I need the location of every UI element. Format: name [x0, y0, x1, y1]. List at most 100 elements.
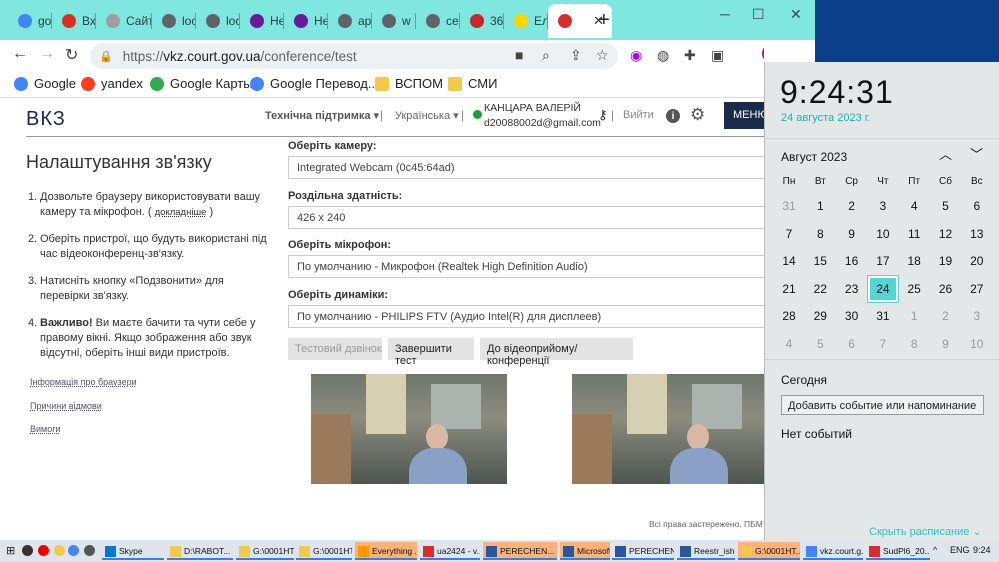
bookmark-item[interactable]: Google Перевод...: [250, 76, 379, 91]
calendar-day[interactable]: 14: [774, 248, 804, 274]
calendar-day[interactable]: 31: [868, 303, 898, 329]
tab-9[interactable]: w: [372, 4, 416, 38]
back-button[interactable]: ←: [12, 45, 28, 63]
taskbar-app[interactable]: Microsoft ...: [560, 542, 610, 560]
calendar-day[interactable]: 25: [899, 276, 929, 302]
support-dropdown[interactable]: Технічна підтримка ▾: [265, 109, 379, 122]
address-bar[interactable]: 🔒 https://vkz.court.gov.ua/conference/te…: [90, 43, 618, 69]
windows-start-icon[interactable]: ⊞: [6, 544, 15, 557]
new-tab-button[interactable]: +: [598, 9, 610, 32]
extension-planet-icon[interactable]: ◍: [657, 47, 669, 64]
microphone-select[interactable]: По умолчанию - Микрофон (Realtek High De…: [288, 255, 768, 278]
calendar-day[interactable]: 11: [899, 221, 929, 247]
calendar-day[interactable]: 20: [962, 248, 992, 274]
taskbar-app[interactable]: G:\0001НТ...: [738, 542, 800, 560]
calendar-day-today[interactable]: 24: [866, 274, 899, 303]
language-indicator[interactable]: ENG: [950, 545, 970, 555]
minimize-button[interactable]: ─: [720, 6, 730, 22]
bookmark-item[interactable]: Google Карты: [150, 76, 253, 91]
calendar-day[interactable]: 18: [899, 248, 929, 274]
hide-schedule-link[interactable]: Скрыть расписание ⌄: [869, 525, 982, 538]
calendar-day[interactable]: 22: [805, 276, 835, 302]
taskbar-app[interactable]: Everything ...: [355, 542, 417, 560]
taskbar-clock[interactable]: 9:24: [973, 545, 991, 555]
calendar-day[interactable]: 12: [931, 221, 961, 247]
calendar-day[interactable]: 15: [805, 248, 835, 274]
tab-3[interactable]: Сайт н: [96, 4, 152, 38]
calendar-day[interactable]: 26: [931, 276, 961, 302]
taskbar-app[interactable]: vkz.court.g...: [803, 542, 863, 560]
tab-8[interactable]: ap: [328, 4, 372, 38]
tray-chevron-icon[interactable]: ^: [933, 545, 937, 555]
tab-11[interactable]: 36: [460, 4, 504, 38]
calendar-day[interactable]: 16: [837, 248, 867, 274]
gear-icon[interactable]: ⚙: [690, 105, 705, 125]
sidepanel-icon[interactable]: ▣: [711, 47, 724, 64]
calendar-day[interactable]: 2: [931, 303, 961, 329]
calendar-day[interactable]: 6: [962, 193, 992, 219]
zoom-icon[interactable]: ⌕: [542, 47, 550, 64]
calendar-day[interactable]: 30: [837, 303, 867, 329]
extensions-puzzle-icon[interactable]: ✚: [684, 47, 696, 64]
tab-2[interactable]: Вх: [52, 4, 96, 38]
more-link[interactable]: докладніше: [155, 207, 207, 218]
calendar-day[interactable]: 1: [899, 303, 929, 329]
close-window-button[interactable]: ✕: [790, 6, 802, 23]
speakers-select[interactable]: По умолчанию - PHILIPS FTV (Аудио Intel(…: [288, 305, 768, 328]
calendar-day[interactable]: 17: [868, 248, 898, 274]
calendar-day[interactable]: 9: [931, 331, 961, 357]
key-icon[interactable]: ⚷: [598, 107, 608, 123]
test-call-button[interactable]: Тестовий дзвінок: [288, 338, 382, 360]
bookmark-item[interactable]: СМИ: [448, 76, 497, 91]
taskbar-app[interactable]: D:\RABOT...: [167, 542, 233, 560]
pinned-chrome-icon[interactable]: [68, 545, 79, 556]
taskbar-app[interactable]: SudPl6_20...: [866, 542, 930, 560]
calendar-day[interactable]: 4: [774, 331, 804, 357]
calendar-day[interactable]: 7: [774, 221, 804, 247]
calendar-day[interactable]: 10: [868, 221, 898, 247]
calendar-day[interactable]: 8: [805, 221, 835, 247]
go-to-conference-button[interactable]: До відеоприйому/конференції: [480, 338, 633, 367]
site-logo[interactable]: ВКЗ: [26, 108, 66, 131]
calendar-day[interactable]: 5: [805, 331, 835, 357]
camera-select[interactable]: Integrated Webcam (0c45:64ad): [288, 156, 768, 179]
clock-date[interactable]: 24 августа 2023 г.: [781, 112, 870, 124]
calendar-day[interactable]: 9: [837, 221, 867, 247]
extension-color-icon[interactable]: ◉: [630, 47, 642, 64]
taskbar-app[interactable]: G:\0001НТ...: [236, 542, 294, 560]
camera-icon[interactable]: ■: [515, 47, 523, 63]
calendar-month[interactable]: Август 2023: [781, 150, 847, 164]
calendar-day[interactable]: 19: [931, 248, 961, 274]
requirements-link[interactable]: Вимоги: [30, 424, 61, 434]
next-month-icon[interactable]: ﹀: [970, 144, 983, 163]
add-event-input[interactable]: Добавить событие или напоминание: [781, 395, 984, 415]
taskbar-app[interactable]: PERECHEN...: [483, 542, 557, 560]
calendar-day[interactable]: 3: [868, 193, 898, 219]
calendar-day[interactable]: 2: [837, 193, 867, 219]
forward-button[interactable]: →: [39, 45, 55, 63]
taskbar-app[interactable]: Reestr_ish_...: [677, 542, 735, 560]
tab-12[interactable]: Ел: [504, 4, 548, 38]
reload-button[interactable]: ↻: [65, 45, 78, 65]
pinned-settings-icon[interactable]: [84, 545, 95, 556]
tab-6[interactable]: Не: [240, 4, 284, 38]
end-test-button[interactable]: Завершити тест: [388, 338, 474, 367]
pinned-opera-icon[interactable]: [38, 545, 49, 556]
reject-reasons-link[interactable]: Причини відмови: [30, 401, 102, 411]
tab-1[interactable]: go: [8, 4, 52, 38]
calendar-day[interactable]: 27: [962, 276, 992, 302]
calendar-day[interactable]: 13: [962, 221, 992, 247]
calendar-day[interactable]: 6: [837, 331, 867, 357]
calendar-day[interactable]: 1: [805, 193, 835, 219]
calendar-day[interactable]: 7: [868, 331, 898, 357]
resolution-select[interactable]: 426 x 240: [288, 206, 768, 229]
bookmark-star-icon[interactable]: ☆: [596, 47, 609, 64]
calendar-day[interactable]: 23: [837, 276, 867, 302]
info-icon[interactable]: i: [666, 109, 680, 123]
tab-7[interactable]: Не: [284, 4, 328, 38]
calendar-day[interactable]: 5: [931, 193, 961, 219]
prev-month-icon[interactable]: ︿: [939, 144, 952, 163]
calendar-day[interactable]: 31: [774, 193, 804, 219]
pinned-folder-icon[interactable]: [54, 545, 65, 556]
logout-link[interactable]: Вийти: [623, 109, 654, 121]
